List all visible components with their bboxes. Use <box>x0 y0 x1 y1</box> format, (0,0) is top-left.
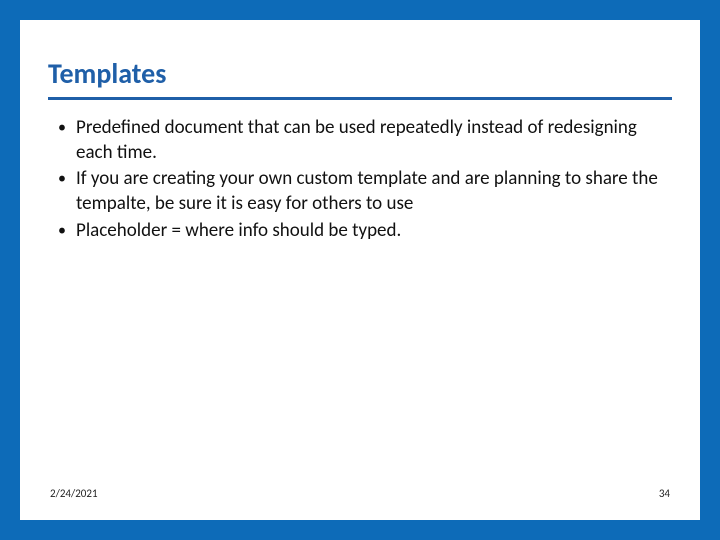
footer-date: 2/24/2021 <box>50 487 98 500</box>
bullet-list: Predefined document that can be used rep… <box>48 116 672 243</box>
slide-content: Predefined document that can be used rep… <box>48 116 672 487</box>
slide: Templates Predefined document that can b… <box>20 20 700 520</box>
slide-title: Templates <box>48 56 672 100</box>
footer-page-number: 34 <box>659 487 670 500</box>
list-item: Predefined document that can be used rep… <box>52 116 672 165</box>
list-item: If you are creating your own custom temp… <box>52 167 672 216</box>
list-item: Placeholder = where info should be typed… <box>52 219 672 244</box>
slide-footer: 2/24/2021 34 <box>48 487 672 502</box>
